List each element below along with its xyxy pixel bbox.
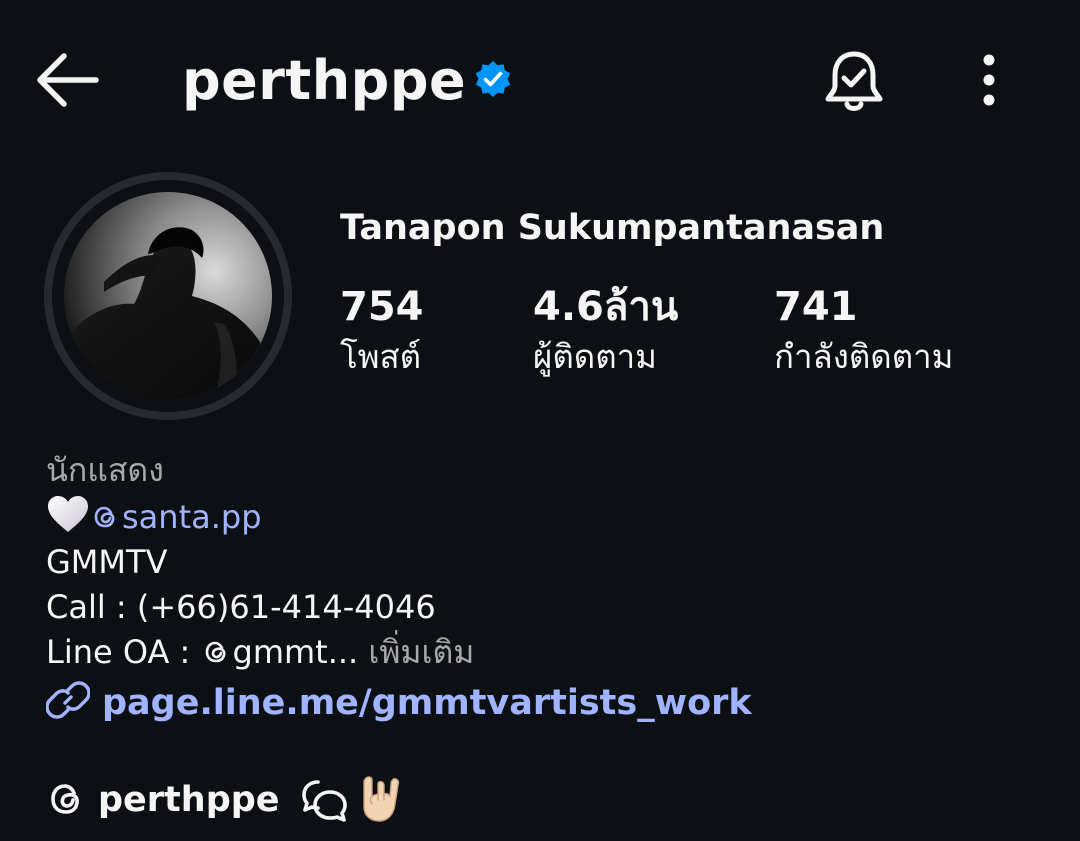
posts-count: 754 <box>340 284 424 330</box>
followers-label: ผู้ติดตาม <box>533 337 657 376</box>
bio-line4-truncated: gmmt... <box>232 633 359 671</box>
threads-at-icon <box>201 634 231 664</box>
profile-category: นักแสดง <box>46 451 164 489</box>
back-button[interactable] <box>30 48 106 112</box>
following-label: กำลังติดตาม <box>774 337 954 376</box>
profile-full-name: Tanapon Sukumpantanasan <box>340 208 885 248</box>
threads-mention-link[interactable]: santa.pp <box>90 498 262 536</box>
avatar[interactable] <box>64 192 272 400</box>
link-text: page.line.me/gmmtvartists_work <box>102 683 752 723</box>
white-heart-icon <box>46 494 90 534</box>
stat-following[interactable]: 741 กำลังติดตาม <box>774 284 953 384</box>
back-arrow-icon <box>37 53 99 107</box>
stat-posts[interactable]: 754 โพสต์ <box>340 284 424 384</box>
bell-check-icon <box>825 51 883 111</box>
threads-badge[interactable]: perthppe <box>46 774 280 826</box>
more-options-button[interactable] <box>966 52 1012 108</box>
more-vertical-icon <box>983 54 995 106</box>
stat-followers[interactable]: 4.6ล้าน ผู้ติดตาม <box>533 284 678 384</box>
bio-more-link[interactable]: เพิ่มเติม <box>368 633 474 671</box>
profile-external-link[interactable]: page.line.me/gmmtvartists_work <box>45 678 752 727</box>
notifications-button[interactable] <box>818 46 890 118</box>
threads-username: perthppe <box>98 780 280 820</box>
followers-count: 4.6ล้าน <box>533 284 679 330</box>
following-count: 741 <box>774 284 858 330</box>
bio-line-mention: santa.pp <box>46 494 262 539</box>
threads-chat-icon[interactable] <box>300 776 350 824</box>
header-username: perthppe <box>182 49 467 112</box>
rock-on-hand-icon <box>358 774 402 824</box>
bio-line-3: Call : (+66)61-414-4046 <box>46 588 436 626</box>
threads-at-icon <box>90 499 120 529</box>
mention-text: santa.pp <box>122 498 262 536</box>
link-icon <box>45 678 91 722</box>
bio-line-2: GMMTV <box>46 543 168 581</box>
posts-label: โพสต์ <box>340 337 422 376</box>
threads-logo-icon <box>46 779 86 819</box>
bio-line-4: Line OA : gmmt... เพิ่มเติม <box>46 630 474 674</box>
bio-line4-prefix: Line OA : <box>46 633 201 671</box>
verified-badge-icon <box>474 60 512 98</box>
